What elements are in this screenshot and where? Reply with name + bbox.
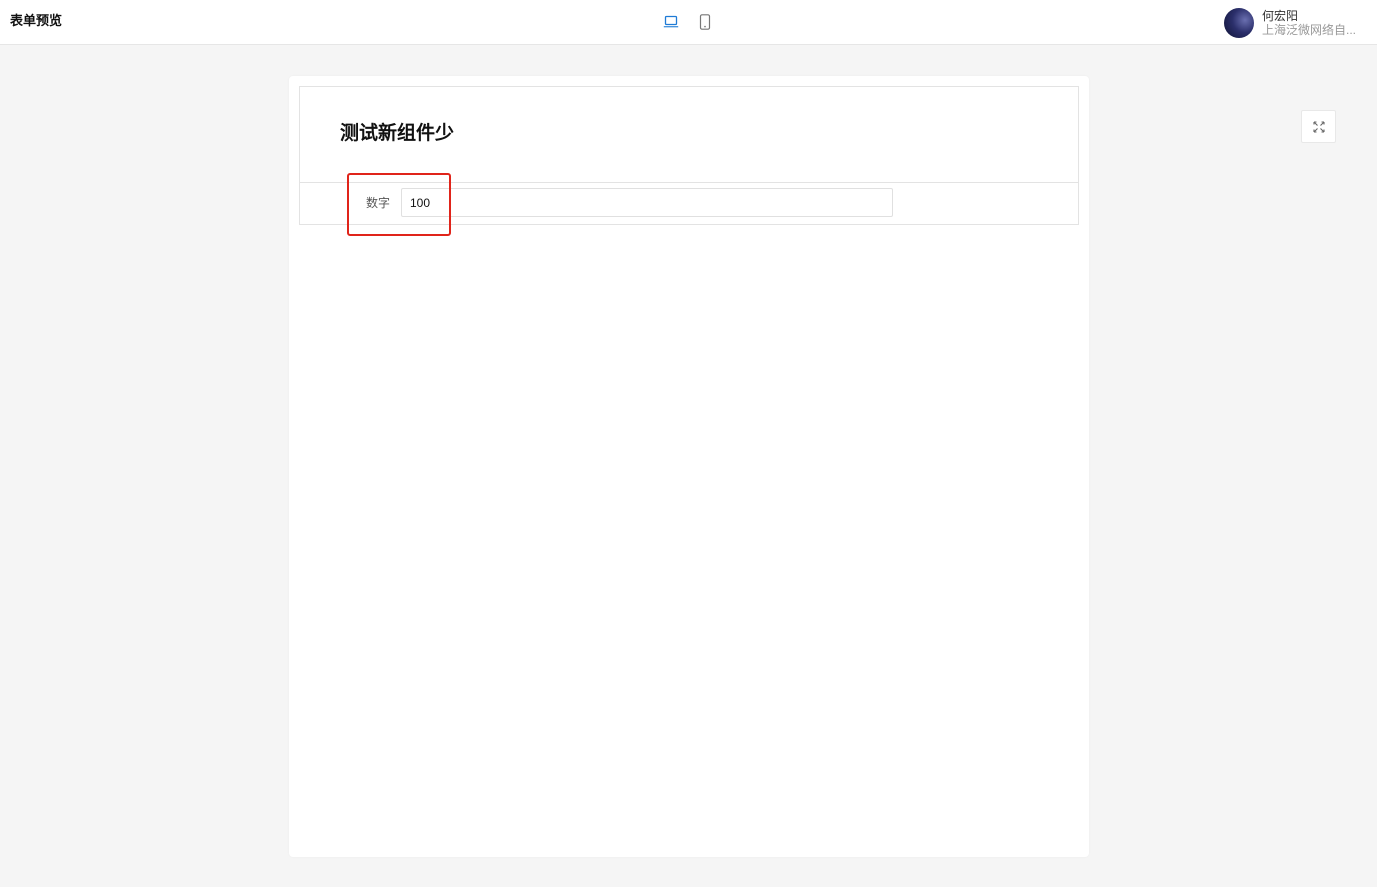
form-title: 测试新组件少 (340, 123, 455, 144)
avatar[interactable] (1224, 8, 1254, 38)
device-switch (662, 12, 714, 32)
user-organization: 上海泛微网络自... (1262, 23, 1357, 37)
form-preview-canvas: 测试新组件少 数字 (289, 76, 1089, 857)
fullscreen-button[interactable] (1301, 110, 1336, 143)
form-container: 测试新组件少 数字 (299, 86, 1079, 225)
user-info: 何宏阳 上海泛微网络自... (1262, 9, 1362, 37)
form-field-row: 数字 (300, 183, 1078, 224)
phone-icon (699, 14, 711, 30)
page-title: 表单预览 (10, 13, 63, 28)
form-header: 测试新组件少 (300, 87, 1078, 183)
number-input[interactable] (401, 188, 893, 217)
laptop-icon (663, 15, 679, 28)
user-profile[interactable]: 何宏阳 上海泛微网络自... (1224, 8, 1362, 38)
user-name: 何宏阳 (1262, 9, 1299, 23)
desktop-view-button[interactable] (662, 12, 680, 32)
number-field-label: 数字 (366, 196, 391, 210)
mobile-view-button[interactable] (696, 12, 714, 32)
top-bar: 表单预览 何宏阳 上海泛微网络自... (0, 0, 1377, 45)
expand-icon (1312, 120, 1325, 133)
